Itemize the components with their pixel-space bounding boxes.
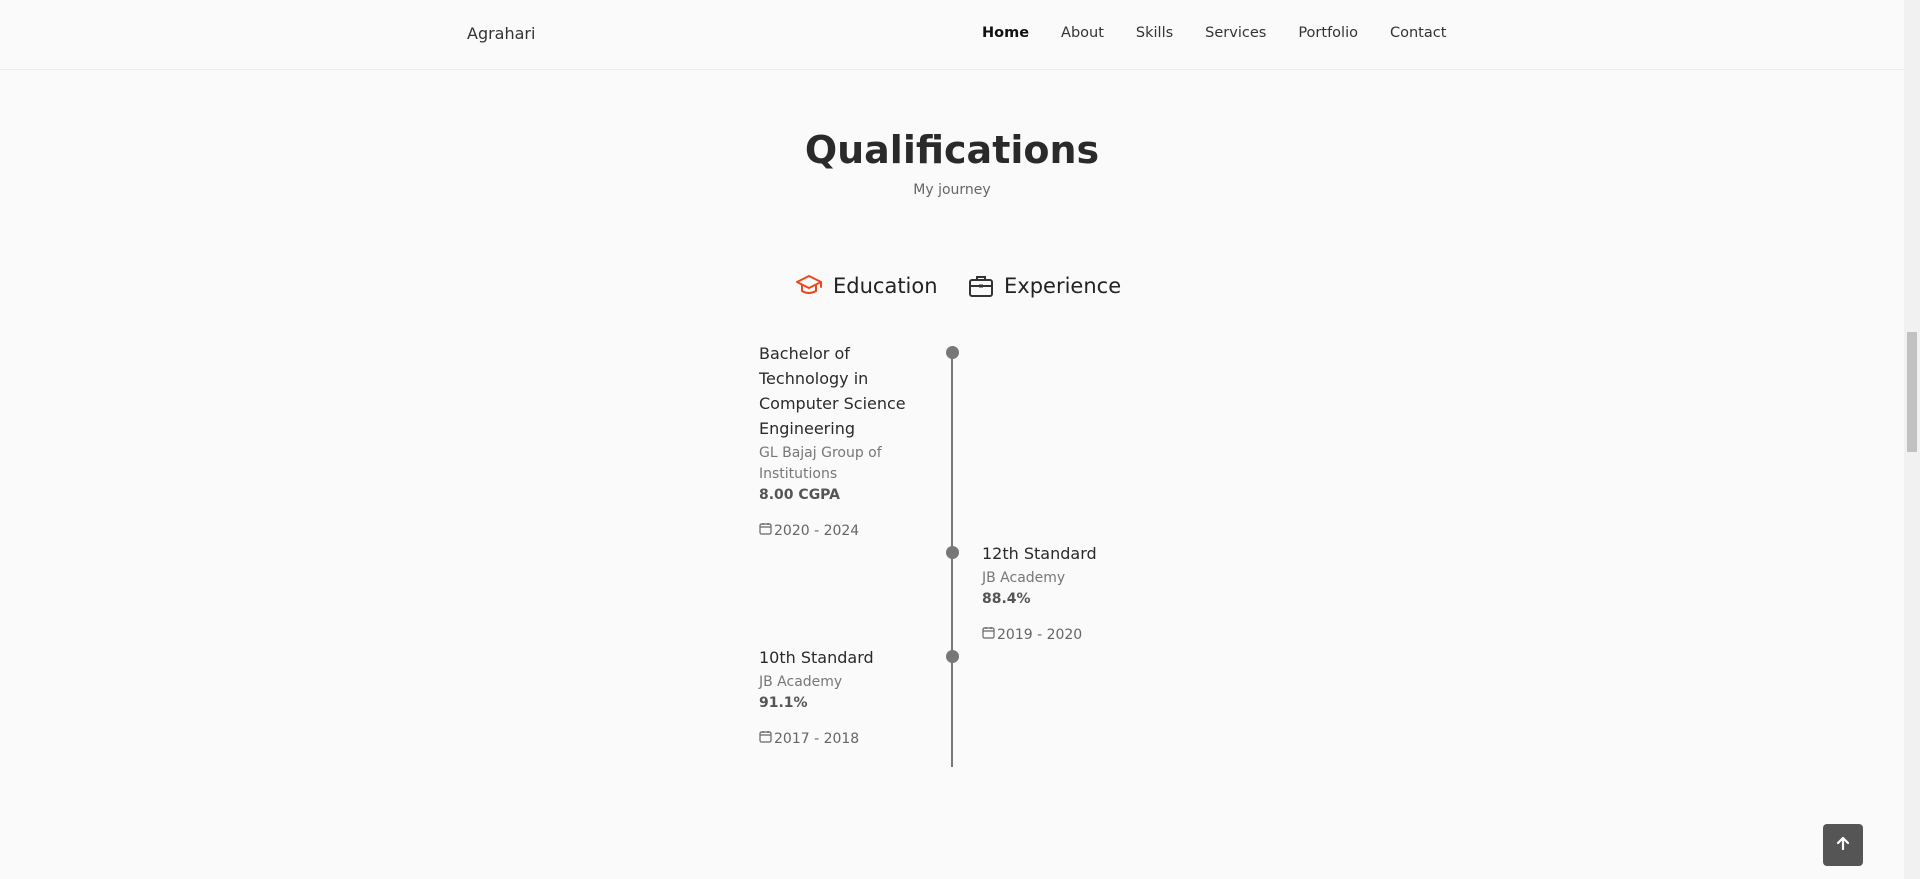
- qualification-score: 91.1%: [759, 695, 808, 711]
- graduation-cap-icon: [795, 274, 823, 298]
- nav-services[interactable]: Services: [1205, 25, 1266, 41]
- qualification-date: 2019 - 2020: [982, 626, 1142, 643]
- qualification-score: 88.4%: [982, 591, 1031, 607]
- site-logo[interactable]: Agrahari: [467, 24, 535, 43]
- calendar-icon: [982, 626, 995, 643]
- arrow-up-icon: [1835, 835, 1851, 855]
- section-subtitle: My journey: [913, 182, 991, 198]
- qualification-score: 8.00 CGPA: [759, 487, 840, 503]
- qualification-date: 2020 - 2024: [759, 522, 919, 539]
- tab-experience[interactable]: Experience: [968, 274, 1121, 298]
- tab-education[interactable]: Education: [795, 274, 938, 298]
- nav-portfolio[interactable]: Portfolio: [1298, 25, 1358, 41]
- qualification-date-text: 2017 - 2018: [774, 730, 860, 747]
- timeline-item-btech: Bachelor of Technology in Computer Scien…: [759, 341, 919, 539]
- section-title: Qualifications: [804, 128, 1100, 172]
- qualification-date-text: 2020 - 2024: [774, 522, 860, 539]
- timeline-dot: [945, 546, 959, 559]
- timeline-item-10th: 10th Standard JB Academy 91.1% 2017 - 20…: [759, 645, 919, 747]
- scroll-top-button[interactable]: [1823, 824, 1863, 866]
- nav-home[interactable]: Home: [982, 25, 1029, 41]
- calendar-icon: [759, 730, 772, 747]
- scrollbar-thumb[interactable]: [1907, 332, 1917, 452]
- timeline-item-12th: 12th Standard JB Academy 88.4% 2019 - 20…: [982, 541, 1142, 643]
- qualification-institution: GL Bajaj Group of Institutions: [759, 445, 882, 482]
- nav-skills[interactable]: Skills: [1136, 25, 1173, 41]
- qualification-date-text: 2019 - 2020: [997, 626, 1083, 643]
- qualification-title: 10th Standard: [759, 648, 874, 667]
- nav-contact[interactable]: Contact: [1390, 25, 1446, 41]
- qualification-institution: JB Academy: [982, 570, 1066, 586]
- calendar-icon: [759, 522, 772, 539]
- qualification-institution: JB Academy: [759, 674, 843, 690]
- qualification-date: 2017 - 2018: [759, 730, 919, 747]
- main-nav: Home About Skills Services Portfolio Con…: [982, 25, 1446, 41]
- briefcase-icon: [968, 274, 994, 298]
- tab-education-label: Education: [833, 274, 938, 298]
- qualification-title: 12th Standard: [982, 544, 1097, 563]
- timeline-dot: [945, 346, 959, 359]
- page: Agrahari Home About Skills Services Port…: [0, 0, 1904, 879]
- page-scrollbar[interactable]: [1904, 0, 1920, 879]
- timeline-line: [951, 352, 953, 767]
- nav-about[interactable]: About: [1061, 25, 1104, 41]
- site-header: Agrahari Home About Skills Services Port…: [0, 0, 1904, 70]
- tab-experience-label: Experience: [1004, 274, 1122, 298]
- qualification-title: Bachelor of Technology in Computer Scien…: [759, 344, 906, 438]
- timeline-dot: [945, 650, 959, 663]
